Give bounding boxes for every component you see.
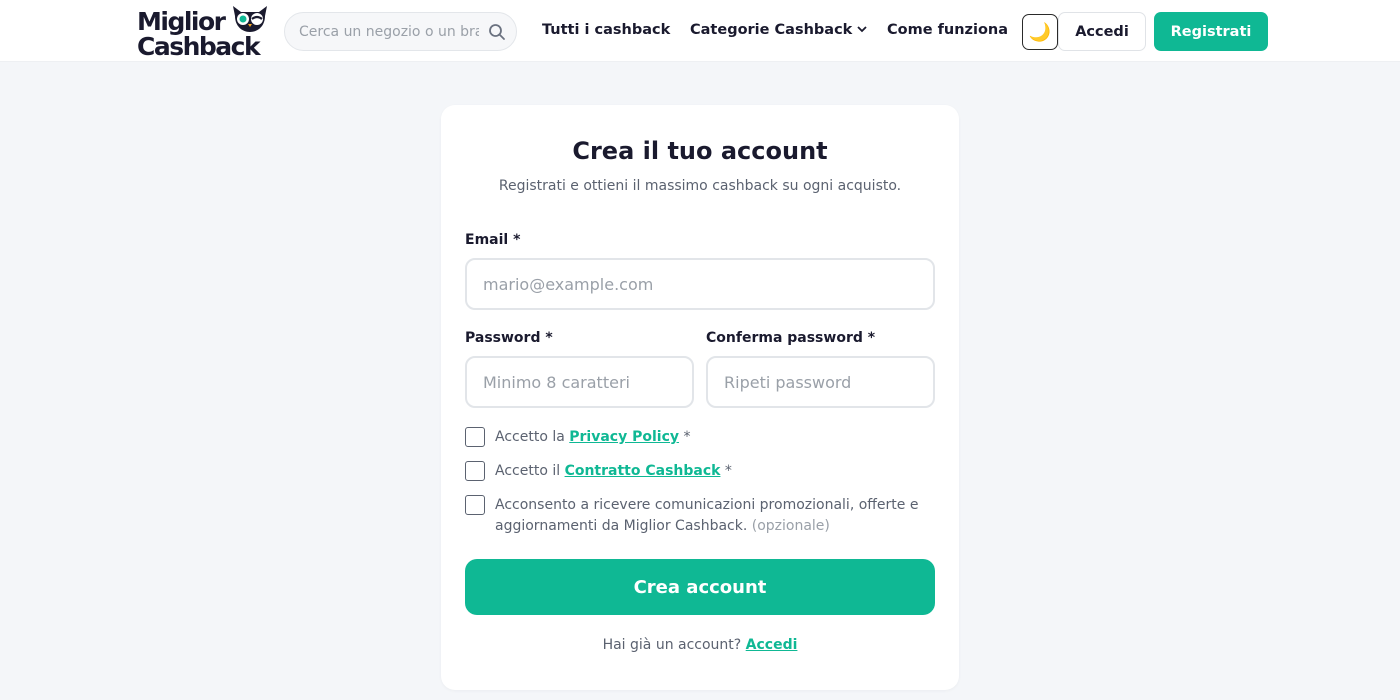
owl-icon — [233, 6, 267, 32]
login-prompt: Hai già un account? Accedi — [441, 637, 959, 653]
contract-prefix: Accetto il — [495, 463, 565, 479]
login-link[interactable]: Accedi — [746, 637, 798, 653]
marketing-checkbox[interactable] — [465, 495, 485, 515]
nav-all-cashback[interactable]: Tutti i cashback — [542, 22, 670, 38]
logo[interactable]: Miglior Cashback — [137, 4, 277, 60]
marketing-consent-text: Acconsento a ricevere comunicazioni prom… — [495, 495, 935, 537]
privacy-policy-link[interactable]: Privacy Policy — [569, 429, 679, 445]
top-header: Miglior Cashback Tutti i cashback Catego… — [0, 0, 1400, 62]
contract-consent-text: Accetto il Contratto Cashback * — [495, 461, 732, 482]
confirm-password-label: Conferma password * — [706, 330, 876, 346]
nav-categories-label: Categorie Cashback — [690, 22, 853, 38]
logo-text-line2: Cashback — [137, 32, 261, 61]
password-field[interactable] — [465, 356, 694, 408]
confirm-password-field[interactable] — [706, 356, 935, 408]
contract-checkbox[interactable] — [465, 461, 485, 481]
email-field[interactable] — [465, 258, 935, 310]
privacy-suffix: * — [679, 429, 691, 445]
privacy-prefix: Accetto la — [495, 429, 570, 445]
marketing-optional-tag: (opzionale) — [751, 518, 830, 534]
register-button[interactable]: Registrati — [1154, 12, 1268, 51]
logo-text-line1: Miglior — [137, 7, 226, 36]
moon-icon: 🌙 — [1028, 21, 1052, 43]
email-label: Email * — [465, 232, 521, 248]
chevron-down-icon — [857, 26, 867, 33]
contract-cashback-link[interactable]: Contratto Cashback — [565, 463, 721, 479]
privacy-consent-text: Accetto la Privacy Policy * — [495, 427, 690, 448]
signup-card: Crea il tuo account Registrati e ottieni… — [441, 105, 959, 690]
nav-categories[interactable]: Categorie Cashback — [690, 22, 867, 38]
create-account-button[interactable]: Crea account — [465, 559, 935, 615]
page-title: Crea il tuo account — [572, 137, 828, 165]
search-input[interactable] — [299, 13, 479, 50]
nav-how-it-works[interactable]: Come funziona — [887, 22, 1008, 38]
password-label: Password * — [465, 330, 553, 346]
login-button[interactable]: Accedi — [1058, 12, 1146, 51]
privacy-checkbox[interactable] — [465, 427, 485, 447]
search-bar[interactable] — [284, 12, 517, 51]
page-subtitle: Registrati e ottieni il massimo cashback… — [498, 178, 902, 194]
login-prompt-text: Hai già un account? — [602, 637, 746, 653]
search-icon[interactable] — [488, 23, 506, 41]
marketing-text: Acconsento a ricevere comunicazioni prom… — [495, 497, 919, 534]
contract-suffix: * — [720, 463, 732, 479]
theme-toggle-button[interactable]: 🌙 — [1022, 14, 1058, 50]
